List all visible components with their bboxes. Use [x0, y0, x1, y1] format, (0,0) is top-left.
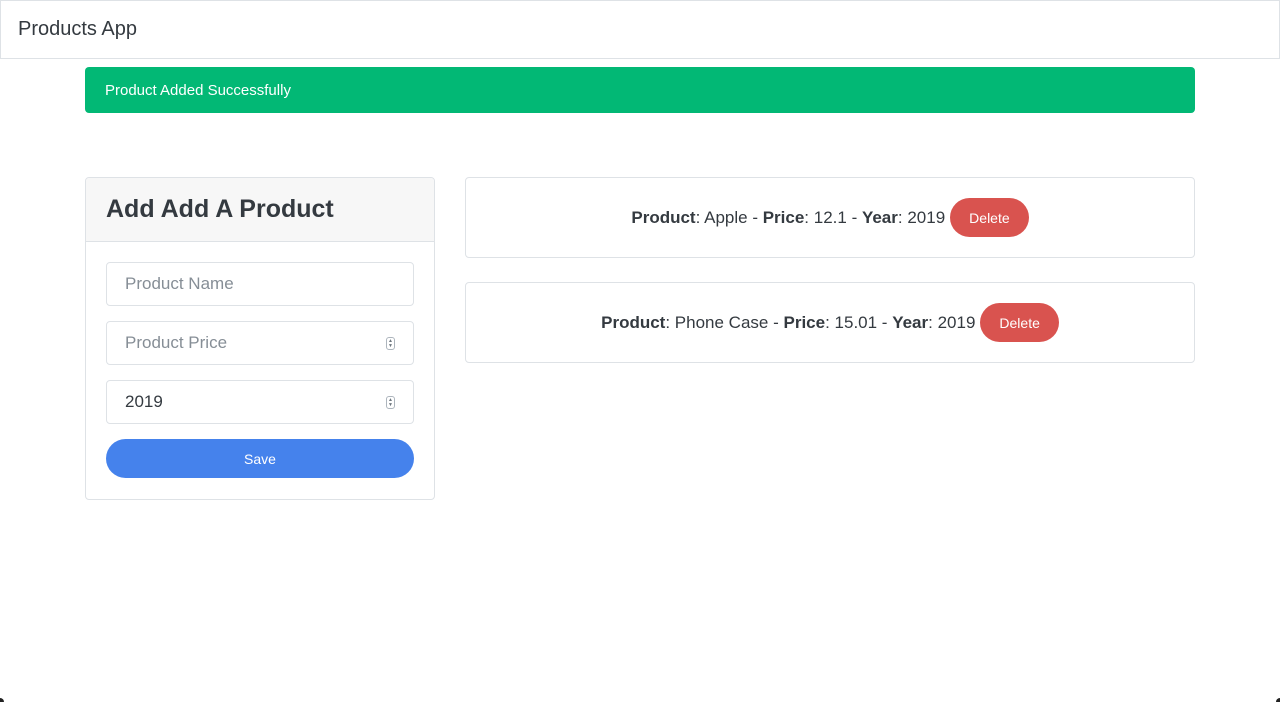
product-label: Product: [601, 312, 666, 332]
delete-button[interactable]: Delete: [950, 198, 1029, 237]
product-info: Product: Phone Case - Price: 15.01 - Yea…: [601, 312, 976, 332]
delete-button[interactable]: Delete: [980, 303, 1059, 342]
app-brand[interactable]: Products App: [18, 18, 137, 41]
product-year: 2019: [907, 207, 946, 227]
add-product-card: Add Add A Product ▲▼ ▲▼ Save: [85, 177, 435, 500]
product-name-input[interactable]: [107, 263, 413, 305]
card-body: ▲▼ ▲▼ Save: [86, 242, 434, 478]
page: Products App Product Added Successfully …: [0, 0, 1280, 702]
window-corner: [1276, 698, 1280, 702]
save-button[interactable]: Save: [106, 439, 414, 478]
product-item: Product: Phone Case - Price: 15.01 - Yea…: [465, 282, 1195, 363]
product-price-input[interactable]: [107, 322, 413, 364]
product-label: Product: [631, 207, 696, 227]
alert-message: Product Added Successfully: [105, 81, 291, 99]
year-label: Year: [861, 207, 898, 227]
product-price: 15.01: [834, 312, 878, 332]
card-title: Add Add A Product: [106, 195, 334, 223]
product-year-input[interactable]: [107, 381, 413, 423]
product-price-field: ▲▼: [106, 321, 414, 365]
year-spinner-icon[interactable]: ▲ ▼: [386, 396, 395, 409]
year-label: Year: [892, 312, 929, 332]
price-spinner-icon[interactable]: ▲ ▼: [386, 337, 395, 350]
product-price: 12.1: [813, 207, 847, 227]
product-year: 2019: [937, 312, 976, 332]
price-label: Price: [762, 207, 805, 227]
product-name-field: [106, 262, 414, 306]
product-name: Phone Case: [674, 312, 769, 332]
price-label: Price: [783, 312, 826, 332]
product-year-field: ▲▼: [106, 380, 414, 424]
window-corner: [0, 698, 4, 702]
product-name: Apple: [704, 207, 748, 227]
product-item: Product: Apple - Price: 12.1 - Year: 201…: [465, 177, 1195, 258]
navbar: Products App: [0, 0, 1280, 59]
card-header: Add Add A Product: [86, 178, 434, 242]
product-info: Product: Apple - Price: 12.1 - Year: 201…: [631, 207, 946, 227]
success-alert: Product Added Successfully: [85, 67, 1195, 113]
